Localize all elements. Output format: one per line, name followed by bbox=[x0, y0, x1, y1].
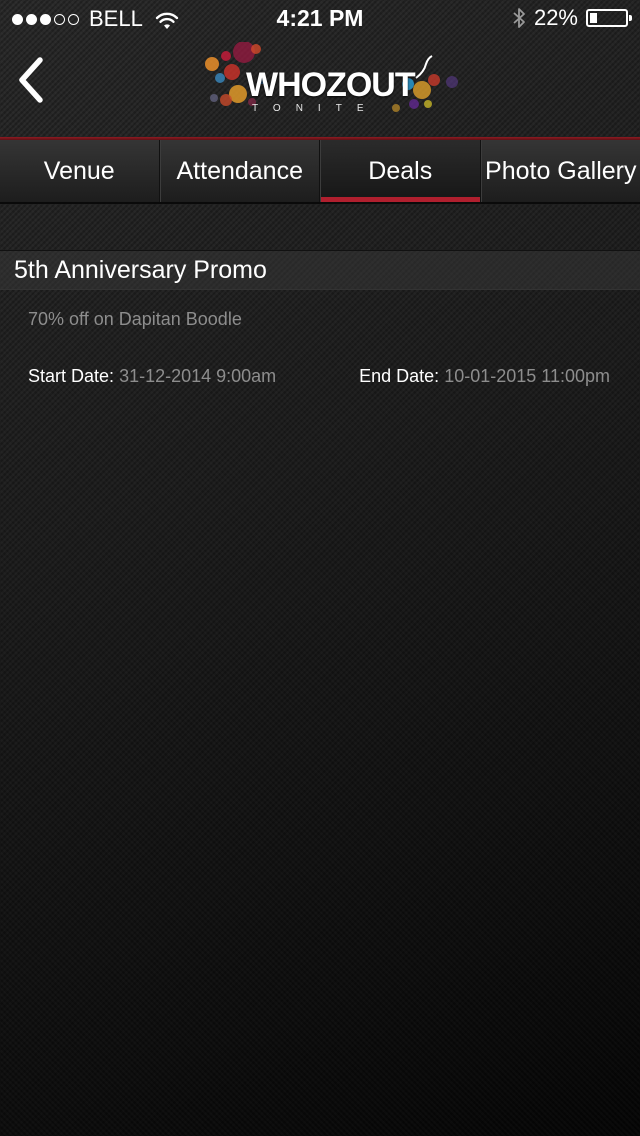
deal-description: 70% off on Dapitan Boodle bbox=[28, 309, 242, 329]
battery-percentage: 22% bbox=[533, 5, 578, 30]
status-right: 22% bbox=[512, 5, 632, 31]
battery-nub bbox=[629, 15, 632, 21]
active-tab-indicator bbox=[321, 197, 480, 202]
start-date: Start Date: 31-12-2014 9:00am bbox=[28, 366, 276, 387]
start-date-value: 31-12-2014 9:00am bbox=[119, 366, 277, 386]
battery-icon bbox=[586, 9, 632, 27]
tab-venue[interactable]: Venue bbox=[0, 140, 160, 202]
tab-attendance[interactable]: Attendance bbox=[159, 140, 320, 202]
deal-header[interactable]: 5th Anniversary Promo bbox=[0, 250, 640, 290]
deal-title: 5th Anniversary Promo bbox=[14, 256, 267, 284]
start-date-label: Start Date: bbox=[28, 366, 115, 386]
bluetooth-icon bbox=[512, 6, 526, 30]
logo-subtitle: TONITE bbox=[252, 103, 379, 114]
tab-deals[interactable]: Deals bbox=[320, 140, 481, 202]
end-date-value: 10-01-2015 11:00pm bbox=[444, 366, 610, 386]
app-logo: WHOZOUT TONITE bbox=[200, 42, 466, 124]
end-date: End Date: 10-01-2015 11:00pm bbox=[359, 366, 610, 387]
status-bar: BELL 4:21 PM 22% bbox=[0, 0, 640, 40]
tab-label: Venue bbox=[43, 156, 115, 185]
tab-label: Deals bbox=[368, 156, 433, 185]
tab-label: Attendance bbox=[176, 156, 304, 185]
nav-bar: WHOZOUT TONITE bbox=[0, 40, 640, 140]
end-date-label: End Date: bbox=[359, 366, 440, 386]
chevron-left-icon bbox=[19, 57, 43, 103]
battery-fill bbox=[590, 13, 597, 23]
tab-bar: Venue Attendance Deals Photo Gallery bbox=[0, 140, 640, 204]
tab-photo-gallery[interactable]: Photo Gallery bbox=[480, 140, 640, 202]
tab-label: Photo Gallery bbox=[485, 156, 637, 185]
logo-word: WHOZOUT bbox=[246, 66, 416, 104]
back-button[interactable] bbox=[10, 54, 54, 106]
